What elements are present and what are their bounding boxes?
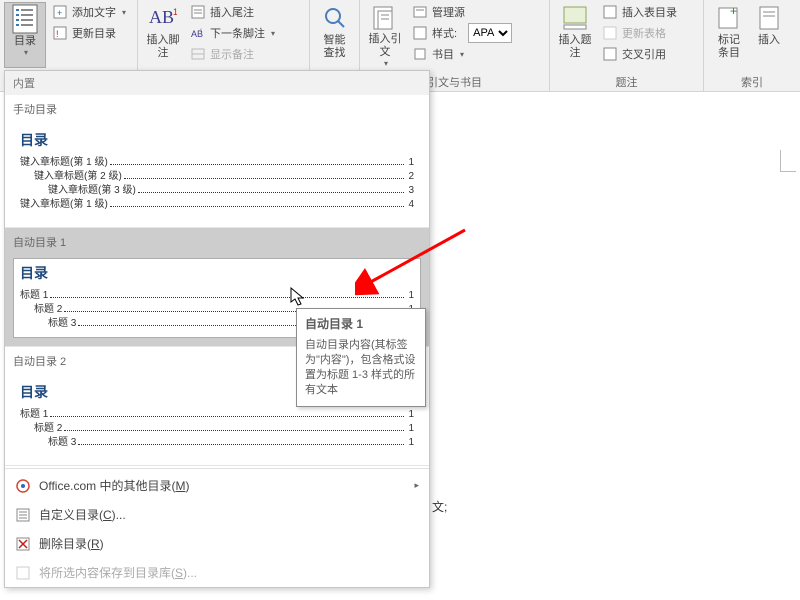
mark-entry-icon: + — [715, 4, 743, 32]
svg-text:!: ! — [56, 29, 59, 39]
mark-entry-button[interactable]: + 标记条目 — [708, 2, 750, 68]
manage-sources-button[interactable]: 管理源 — [408, 2, 516, 22]
custom-toc-icon — [15, 507, 31, 523]
group-label-captions: 题注 — [554, 72, 699, 90]
group-label-index: 索引 — [708, 72, 796, 90]
chevron-down-icon: ▾ — [24, 48, 28, 57]
document-pane: 文; — [432, 92, 800, 600]
remove-toc-icon — [15, 536, 31, 552]
tof-icon — [602, 4, 618, 20]
toc-line: 标题 21 — [20, 422, 414, 436]
bibliography-icon — [412, 46, 428, 62]
tooltip-title: 自动目录 1 — [305, 315, 417, 332]
chevron-down-icon: ▾ — [122, 8, 126, 17]
add-text-button[interactable]: + 添加文字 ▾ — [48, 2, 130, 22]
svg-text:1: 1 — [173, 7, 177, 17]
style-selector[interactable]: 样式: APA — [408, 23, 516, 43]
toc-line: 键入章标题(第 3 级)3 — [20, 184, 414, 198]
group-index: + 标记条目 插入 索引 — [704, 0, 800, 91]
chevron-down-icon: ▾ — [384, 59, 388, 68]
caption-icon — [561, 4, 589, 32]
search-icon — [321, 4, 349, 32]
style-select[interactable]: APA — [468, 23, 512, 43]
insert-caption-button[interactable]: 插入题注 — [554, 2, 596, 68]
show-notes-icon — [190, 46, 206, 62]
chevron-down-icon: ▾ — [271, 29, 275, 38]
insert-endnote-button[interactable]: 插入尾注 — [186, 2, 279, 22]
endnote-icon — [190, 4, 206, 20]
update-table-icon — [602, 25, 618, 41]
svg-text:+: + — [57, 8, 62, 18]
add-text-icon: + — [52, 4, 68, 20]
citation-icon — [371, 4, 399, 31]
tooltip-body: 自动目录内容(其标签为"内容")，包含格式设置为标题 1-3 样式的所有文本 — [305, 338, 417, 398]
update-table-button: 更新表格 — [598, 23, 681, 43]
svg-text:¹: ¹ — [200, 29, 202, 35]
menu-text: 删除目录(R) — [39, 535, 104, 552]
preview-manual: 目录 键入章标题(第 1 级)1键入章标题(第 2 级)2键入章标题(第 3 级… — [13, 125, 421, 219]
smart-lookup-button[interactable]: 智能查找 — [314, 2, 355, 68]
toc-line: 标题 31 — [20, 436, 414, 450]
menu-more-office[interactable]: Office.com 中的其他目录(M) ▸ — [5, 471, 429, 500]
group-captions: 插入题注 插入表目录 更新表格 交叉引用 题注 — [550, 0, 704, 91]
insert-index-icon — [755, 4, 783, 32]
toc-line: 键入章标题(第 2 级)2 — [20, 170, 414, 184]
save-gallery-icon — [15, 565, 31, 581]
menu-text: Office.com 中的其他目录(M) — [39, 477, 189, 494]
toc-line: 标题 11 — [20, 408, 414, 422]
insert-index-button[interactable]: 插入 — [752, 2, 786, 68]
menu-text: 将所选内容保存到目录库(S)... — [39, 564, 197, 581]
update-toc-button[interactable]: ! 更新目录 — [48, 23, 130, 43]
menu-text: 自定义目录(C)... — [39, 506, 126, 523]
cross-reference-button[interactable]: 交叉引用 — [598, 44, 681, 64]
office-icon — [15, 478, 31, 494]
chevron-down-icon: ▾ — [460, 50, 464, 59]
menu-custom-toc[interactable]: 自定义目录(C)... — [5, 500, 429, 529]
toc-icon — [11, 5, 39, 33]
update-toc-icon: ! — [52, 25, 68, 41]
chevron-right-icon: ▸ — [414, 480, 419, 491]
gallery-item-manual[interactable]: 手动目录 目录 键入章标题(第 1 级)1键入章标题(第 2 级)2键入章标题(… — [5, 95, 429, 228]
svg-text:+: + — [730, 6, 737, 18]
cross-ref-icon — [602, 46, 618, 62]
dropdown-header: 内置 — [5, 71, 429, 95]
next-footnote-button[interactable]: AB¹下一条脚注▾ — [186, 23, 279, 43]
menu-save-gallery: 将所选内容保存到目录库(S)... — [5, 558, 429, 587]
toc-line: 标题 11 — [20, 289, 414, 303]
doc-fragment: 文; — [432, 498, 447, 515]
show-notes-button: 显示备注 — [186, 44, 279, 64]
tooltip: 自动目录 1 自动目录内容(其标签为"内容")，包含格式设置为标题 1-3 样式… — [296, 308, 426, 407]
next-footnote-icon: AB¹ — [190, 25, 206, 41]
insert-citation-button[interactable]: 插入引文 ▾ — [364, 2, 406, 68]
manage-sources-icon — [412, 4, 428, 20]
svg-text:AB: AB — [149, 7, 174, 27]
toc-line: 键入章标题(第 1 级)4 — [20, 198, 414, 212]
style-icon — [412, 25, 428, 41]
footnote-icon: AB1 — [149, 4, 177, 32]
toc-line: 键入章标题(第 1 级)1 — [20, 156, 414, 170]
page-corner — [780, 150, 796, 172]
toc-button[interactable]: 目录 ▾ — [4, 2, 46, 68]
bibliography-button[interactable]: 书目▾ — [408, 44, 516, 64]
toc-label: 目录 — [14, 35, 36, 48]
insert-tof-button[interactable]: 插入表目录 — [598, 2, 681, 22]
menu-remove-toc[interactable]: 删除目录(R) — [5, 529, 429, 558]
insert-footnote-button[interactable]: AB1 插入脚注 — [142, 2, 184, 68]
